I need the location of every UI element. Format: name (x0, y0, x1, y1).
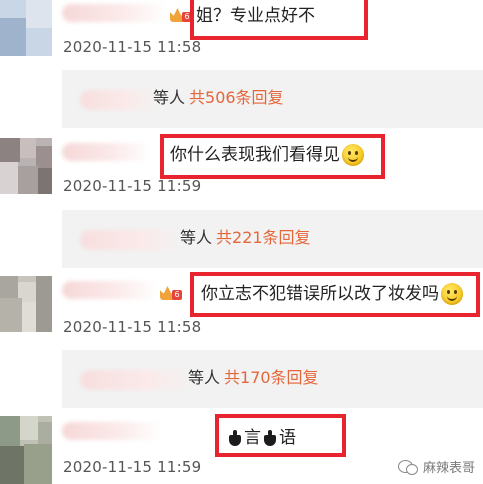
avatar[interactable] (0, 138, 52, 194)
replier-names (80, 90, 160, 110)
reply-summary[interactable]: 等人 共506条回复 (62, 70, 483, 128)
comment-timestamp: 2020-11-15 11:58 (63, 38, 202, 56)
highlight-box (190, 272, 480, 317)
reply-suffix: 等人 (180, 228, 213, 247)
highlight-box (160, 134, 385, 179)
username[interactable] (62, 143, 152, 161)
username[interactable] (62, 422, 162, 440)
reply-summary[interactable]: 等人 共221条回复 (62, 210, 483, 268)
username[interactable] (62, 4, 168, 22)
replier-names (80, 230, 185, 250)
highlight-box (190, 0, 368, 40)
replier-names (80, 370, 195, 390)
username[interactable] (62, 281, 158, 299)
highlight-box (215, 414, 346, 457)
reply-count-link[interactable]: 共170条回复 (224, 368, 319, 387)
crown-level-badge-icon: 6 (170, 6, 192, 24)
reply-count-link[interactable]: 共506条回复 (189, 88, 284, 107)
reply-summary[interactable]: 等人 共170条回复 (62, 350, 483, 408)
avatar[interactable] (0, 0, 52, 56)
crown-level-badge-icon: 6 (160, 284, 182, 302)
avatar[interactable] (0, 276, 52, 332)
reply-suffix: 等人 (153, 88, 186, 107)
reply-suffix: 等人 (188, 368, 221, 387)
avatar[interactable] (0, 416, 52, 484)
watermark: 麻辣表哥 (397, 457, 475, 476)
wechat-logo-icon (397, 459, 418, 475)
reply-count-link[interactable]: 共221条回复 (216, 228, 311, 247)
comment-timestamp: 2020-11-15 11:59 (63, 458, 202, 476)
comment-timestamp: 2020-11-15 11:58 (63, 318, 202, 336)
comment-timestamp: 2020-11-15 11:59 (63, 177, 202, 195)
